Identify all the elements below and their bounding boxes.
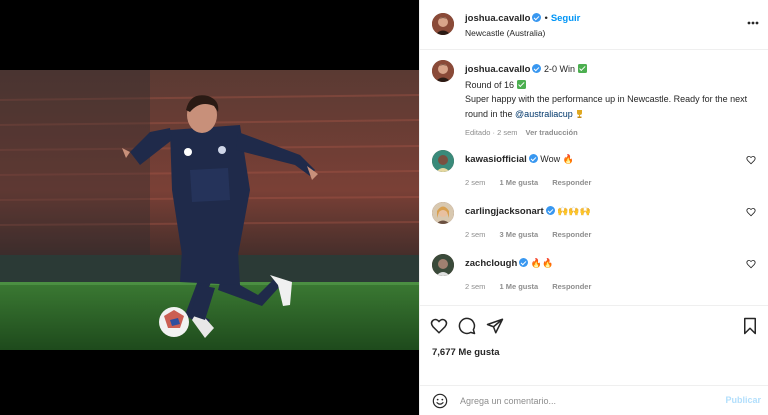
post-photo[interactable] bbox=[0, 70, 419, 350]
fire-emoji-icon: 🔥🔥 bbox=[530, 258, 554, 268]
like-comment-heart-icon[interactable] bbox=[746, 259, 756, 269]
ellipsis-icon bbox=[747, 21, 759, 25]
caption-text: joshua.cavallo 2-0 Win Round of 16 Super… bbox=[465, 62, 765, 141]
comment-item: carlingjacksonart 🙌🙌🙌 2 sem 3 Me gusta Res… bbox=[432, 202, 762, 248]
more-options-icon[interactable] bbox=[747, 16, 759, 26]
caption-time: 2 sem bbox=[497, 128, 518, 137]
edited-label: Editado bbox=[465, 128, 491, 137]
avatar-image-icon bbox=[432, 202, 454, 224]
caption-line3: Super happy with the performance up in N… bbox=[465, 94, 748, 119]
reply-button[interactable]: Responder bbox=[552, 282, 591, 291]
comment-likes[interactable]: 1 Me gusta bbox=[499, 282, 538, 291]
comment-time: 2 sem bbox=[465, 178, 486, 187]
reply-button[interactable]: Responder bbox=[552, 178, 591, 187]
likes-count[interactable]: 7,677 Me gusta bbox=[432, 347, 500, 358]
verified-badge-icon bbox=[545, 206, 555, 215]
commenter-avatar[interactable] bbox=[432, 150, 454, 172]
comment-likes[interactable]: 3 Me gusta bbox=[499, 230, 538, 239]
follow-button[interactable]: Seguir bbox=[551, 13, 581, 24]
verified-badge-icon bbox=[532, 64, 542, 73]
like-comment-heart-icon[interactable] bbox=[746, 207, 756, 217]
save-bookmark-icon[interactable] bbox=[741, 317, 759, 335]
caption-line1: 2-0 Win bbox=[544, 64, 576, 74]
comment-meta: 2 sem 1 Me gusta Responder bbox=[465, 178, 605, 187]
post-actions: 7,677 Me gusta bbox=[420, 305, 768, 385]
post-header: joshua.cavallo • Seguir Newcastle (Austral… bbox=[420, 0, 768, 50]
caption-avatar[interactable] bbox=[432, 60, 454, 82]
share-paper-plane-icon[interactable] bbox=[486, 317, 504, 335]
comment-time: 2 sem bbox=[465, 282, 486, 291]
caption-meta: Editado · 2 sem Ver traducción bbox=[465, 128, 578, 137]
comment-time: 2 sem bbox=[465, 230, 486, 239]
verified-badge-icon bbox=[532, 13, 542, 22]
mention-link[interactable]: @australiacup bbox=[515, 109, 573, 119]
post-dialog: joshua.cavallo • Seguir Newcastle (Austral… bbox=[0, 0, 768, 415]
avatar-image-icon bbox=[432, 60, 454, 82]
commenter-avatar[interactable] bbox=[432, 254, 454, 276]
comment-username[interactable]: kawasiofficial bbox=[465, 154, 527, 165]
comment-likes[interactable]: 1 Me gusta bbox=[499, 178, 538, 187]
add-comment-bar: Publicar bbox=[420, 385, 768, 415]
author-line: joshua.cavallo • Seguir bbox=[465, 13, 580, 24]
trophy-icon bbox=[577, 109, 583, 118]
comment-input[interactable] bbox=[460, 394, 700, 408]
comment-item: zachclough 🔥🔥 2 sem 1 Me gusta Responder bbox=[432, 254, 762, 300]
avatar-image-icon bbox=[432, 254, 454, 276]
comment-text: zachclough 🔥🔥 bbox=[465, 258, 553, 269]
comment-text: kawasiofficial Wow 🔥 bbox=[465, 154, 574, 165]
verified-badge-icon bbox=[519, 258, 529, 267]
author-avatar[interactable] bbox=[432, 13, 454, 35]
caption-line2: Round of 16 bbox=[465, 79, 515, 90]
see-translation-button[interactable]: Ver traducción bbox=[526, 128, 578, 137]
comment-item: kawasiofficial Wow 🔥 2 sem 1 Me gusta Resp… bbox=[432, 150, 762, 196]
comment-text: carlingjacksonart 🙌🙌🙌 bbox=[465, 206, 591, 217]
like-comment-heart-icon[interactable] bbox=[746, 155, 756, 165]
reply-button[interactable]: Responder bbox=[552, 230, 591, 239]
comments-list[interactable]: joshua.cavallo 2-0 Win Round of 16 Super… bbox=[420, 50, 768, 305]
comment-username[interactable]: carlingjacksonart bbox=[465, 206, 544, 217]
comment-username[interactable]: zachclough bbox=[465, 258, 517, 269]
avatar-image-icon bbox=[432, 13, 454, 35]
avatar-image-icon bbox=[432, 150, 454, 172]
comment-meta: 2 sem 1 Me gusta Responder bbox=[465, 282, 605, 291]
comment-meta: 2 sem 3 Me gusta Responder bbox=[465, 230, 605, 239]
post-panel: joshua.cavallo • Seguir Newcastle (Austral… bbox=[419, 0, 768, 415]
check-mark-icon bbox=[516, 79, 526, 89]
publish-button[interactable]: Publicar bbox=[725, 395, 761, 405]
comment-bubble-icon[interactable] bbox=[458, 317, 476, 335]
commenter-avatar[interactable] bbox=[432, 202, 454, 224]
verified-badge-icon bbox=[528, 154, 538, 163]
comment-body: Wow bbox=[540, 154, 561, 164]
author-username[interactable]: joshua.cavallo bbox=[465, 13, 530, 24]
post-location[interactable]: Newcastle (Australia) bbox=[465, 28, 545, 38]
like-heart-icon[interactable] bbox=[430, 317, 448, 335]
fire-emoji-icon: 🔥 bbox=[562, 154, 574, 164]
media-pane bbox=[0, 0, 419, 415]
separator-dot: • bbox=[544, 13, 548, 24]
raising-hands-emoji-icon: 🙌🙌🙌 bbox=[557, 206, 591, 216]
football-player-photo bbox=[0, 70, 419, 350]
emoji-smiley-icon[interactable] bbox=[432, 393, 448, 409]
check-mark-icon bbox=[577, 64, 587, 73]
caption-username[interactable]: joshua.cavallo bbox=[465, 64, 530, 75]
